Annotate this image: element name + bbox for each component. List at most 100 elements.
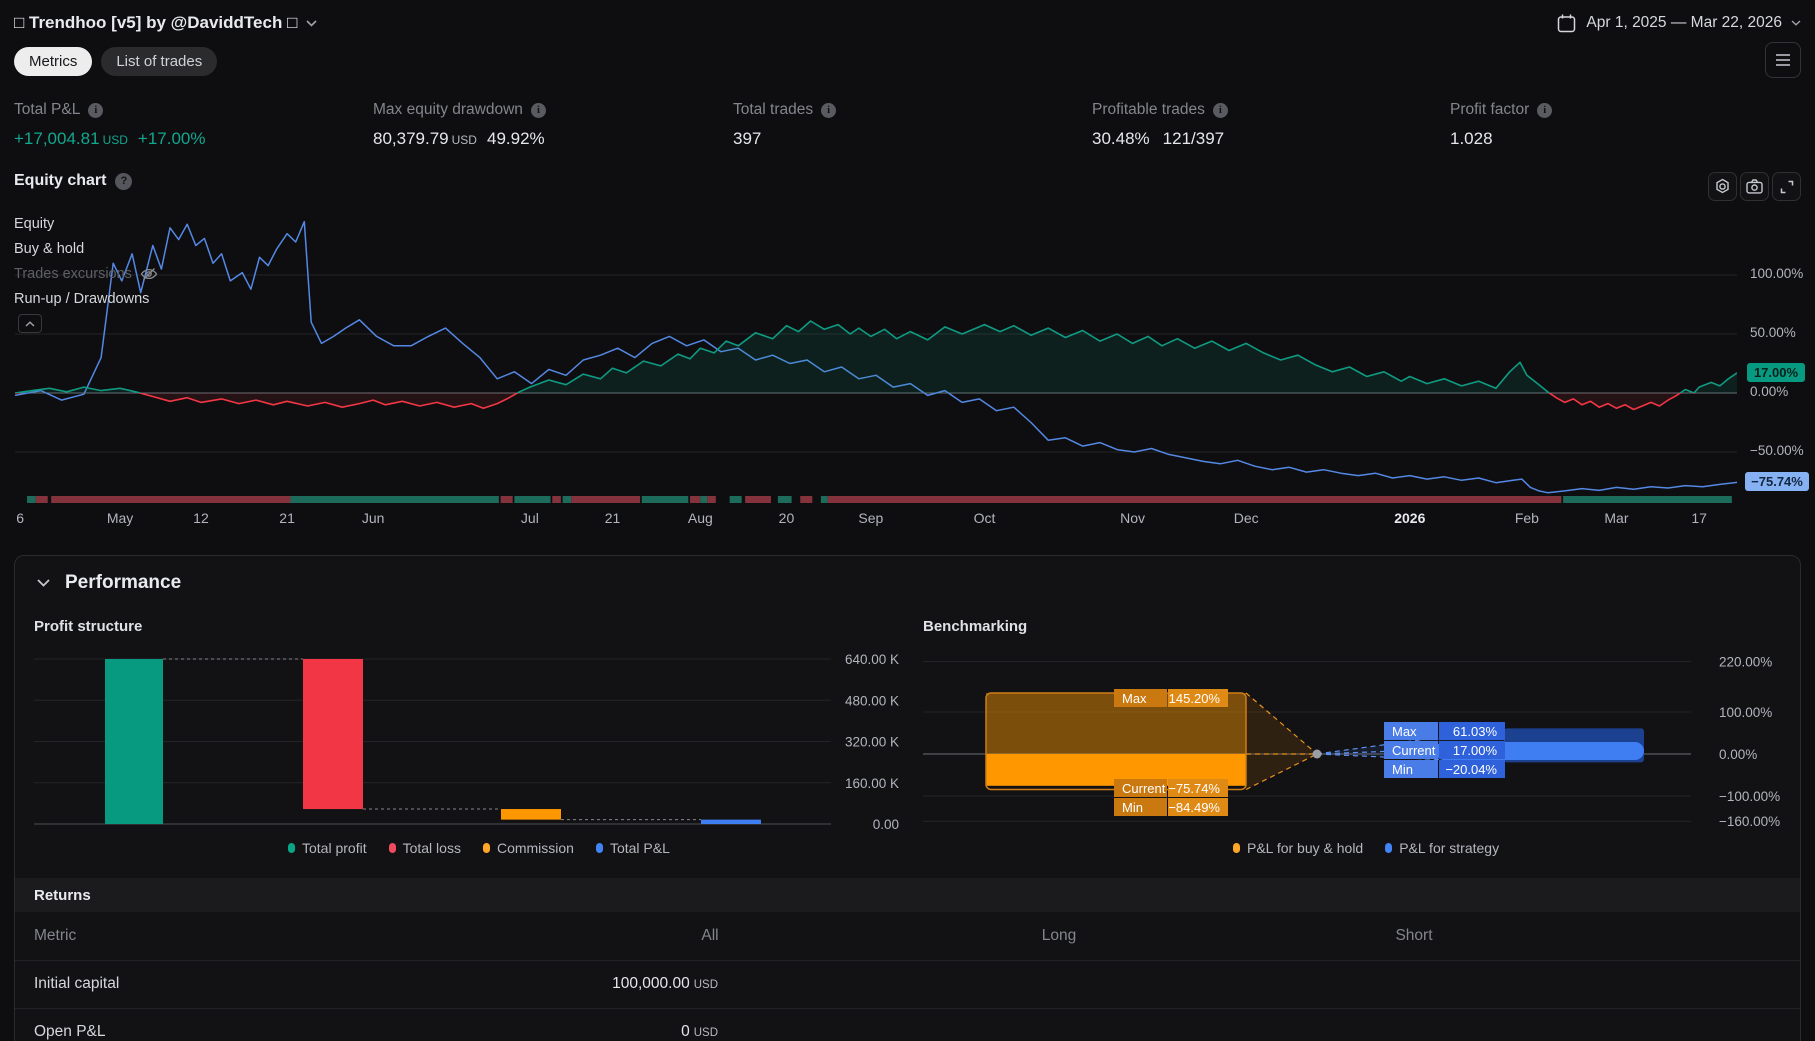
benchmark-chip-bh-current: Current −75.74% <box>1114 779 1228 797</box>
strip-segment-drawdown <box>35 496 48 503</box>
benchmark-chip-bh-max: Max 145.20% <box>1114 689 1228 707</box>
chip-label: Min <box>1114 798 1167 816</box>
x-tick-label: 21 <box>605 510 621 526</box>
strip-segment-drawdown <box>800 496 813 503</box>
y-axis-label: 320.00 K <box>845 735 899 750</box>
returns-table-header: Metric All Long Short <box>15 912 1800 961</box>
strip-segment-runup <box>562 496 572 503</box>
chip-label: Current <box>1114 779 1167 797</box>
x-tick-label: Sep <box>858 510 883 526</box>
legend-item[interactable]: P&L for strategy <box>1385 840 1499 856</box>
strip-segment-runup <box>27 496 36 503</box>
legend-dot <box>288 843 295 853</box>
benchmark-chip-st-current: Current 17.00% <box>1384 741 1505 759</box>
x-tick-label: Mar <box>1604 510 1628 526</box>
returns-section-header[interactable]: Returns <box>15 878 1800 912</box>
x-tick-label: 17 <box>1691 510 1707 526</box>
row-value-number: 100,000.00 <box>612 975 690 992</box>
column-header-all: All <box>701 927 719 944</box>
legend-label: Run-up / Drawdowns <box>14 291 150 307</box>
row-value-number: 0 <box>681 1023 690 1040</box>
bar-commission <box>501 809 561 820</box>
returns-title: Returns <box>34 886 91 904</box>
legend-label: Total loss <box>402 840 461 856</box>
legend-item-trades-excursions[interactable]: Trades excursions <box>14 264 158 284</box>
chip-value: −84.49% <box>1168 798 1228 816</box>
strategy-tester-page: □ Trendhoo [v5] by @DaviddTech □ Apr 1, … <box>0 0 1815 1041</box>
table-row: Initial capital 100,000.00 USD <box>15 960 1800 1009</box>
legend-label: Buy & hold <box>14 241 85 257</box>
strip-segment-drawdown <box>707 496 716 503</box>
row-metric-label: Initial capital <box>34 975 120 992</box>
strip-segment-drawdown <box>827 496 1562 503</box>
chip-value: −75.74% <box>1168 779 1228 797</box>
strip-segment-runup <box>820 496 828 503</box>
legend-collapse-button[interactable] <box>18 314 42 333</box>
benchmarking-legend: P&L for buy & hold P&L for strategy <box>1233 840 1499 856</box>
column-header-metric: Metric <box>34 927 77 944</box>
strip-segment-runup <box>641 496 689 503</box>
legend-label: Total P&L <box>609 840 670 856</box>
chip-label: Max <box>1114 689 1167 707</box>
strip-segment-runup <box>700 496 708 503</box>
legend-item[interactable]: Commission <box>482 840 574 856</box>
y-axis-label: 50.00% <box>1750 325 1796 340</box>
x-tick-label: 6 <box>16 510 24 526</box>
x-tick-label: 20 <box>779 510 795 526</box>
bar-total-loss <box>303 659 363 810</box>
chip-label: Min <box>1384 760 1438 778</box>
legend-item[interactable]: P&L for buy & hold <box>1233 840 1363 856</box>
legend-label: P&L for strategy <box>1399 840 1500 856</box>
eye-off-icon <box>140 268 158 280</box>
x-tick-label: Jul <box>521 510 539 526</box>
x-tick-label: Oct <box>974 510 996 526</box>
row-value-all: 0 USD <box>418 1008 718 1041</box>
legend-item-buy-hold[interactable]: Buy & hold <box>14 239 84 259</box>
y-axis-label: 100.00% <box>1719 705 1772 720</box>
buyhold-value-badge: −75.74% <box>1745 472 1809 491</box>
x-tick-label: Aug <box>688 510 713 526</box>
column-header-short: Short <box>1395 927 1433 944</box>
y-axis-label: −50.00% <box>1750 443 1804 458</box>
legend-dot <box>388 843 396 853</box>
column-header-long: Long <box>1041 927 1077 944</box>
row-value-unit: USD <box>693 979 718 991</box>
legend-item-runup-drawdowns[interactable]: Run-up / Drawdowns <box>14 289 149 309</box>
legend-item[interactable]: Total P&L <box>595 840 670 856</box>
y-axis-label: 100.00% <box>1750 266 1804 281</box>
y-axis-label: 0.00 <box>873 817 899 832</box>
bar-total-p-l <box>701 819 761 824</box>
strip-segment-runup <box>514 496 551 503</box>
convergence-dot <box>1312 749 1322 759</box>
y-axis-label: 480.00 K <box>845 693 899 708</box>
benchmark-chip-st-min: Min −20.04% <box>1384 760 1505 778</box>
x-tick-label: Jun <box>362 510 385 526</box>
legend-label: Commission <box>496 840 574 856</box>
x-tick-label: Nov <box>1120 510 1145 526</box>
benchmark-chip-bh-min: Min −84.49% <box>1114 798 1228 816</box>
legend-item[interactable]: Total profit <box>288 840 367 856</box>
y-axis-label: 0.00% <box>1750 384 1789 399</box>
performance-card: Performance Profit structure Benchmarkin… <box>14 555 1801 1041</box>
profit-structure-legend: Total profit Total loss Commission Total P&… <box>288 840 670 856</box>
legend-label: P&L for buy & hold <box>1247 840 1364 856</box>
x-tick-label: May <box>107 510 133 526</box>
benchmark-chip-st-max: Max 61.03% <box>1384 722 1505 740</box>
strip-segment-runup <box>777 496 792 503</box>
x-tick-label: 2026 <box>1394 510 1425 526</box>
legend-dot <box>595 843 603 853</box>
legend-item-equity[interactable]: Equity <box>14 214 54 234</box>
legend-item[interactable]: Total loss <box>388 840 461 856</box>
y-axis-label: 0.00% <box>1719 747 1757 762</box>
strip-segment-drawdown <box>571 496 641 503</box>
strip-segment-runup <box>729 496 742 503</box>
y-axis-label: 160.00 K <box>845 776 899 791</box>
legend-dot <box>1233 843 1240 853</box>
chip-label: Max <box>1384 722 1438 740</box>
chip-value: 17.00% <box>1439 741 1505 759</box>
x-tick-label: Feb <box>1515 510 1539 526</box>
y-axis-label: 220.00% <box>1719 655 1772 670</box>
legend-label: Total profit <box>302 840 367 856</box>
bar-total-profit <box>105 659 163 824</box>
row-value-all: 100,000.00 USD <box>418 960 718 1009</box>
